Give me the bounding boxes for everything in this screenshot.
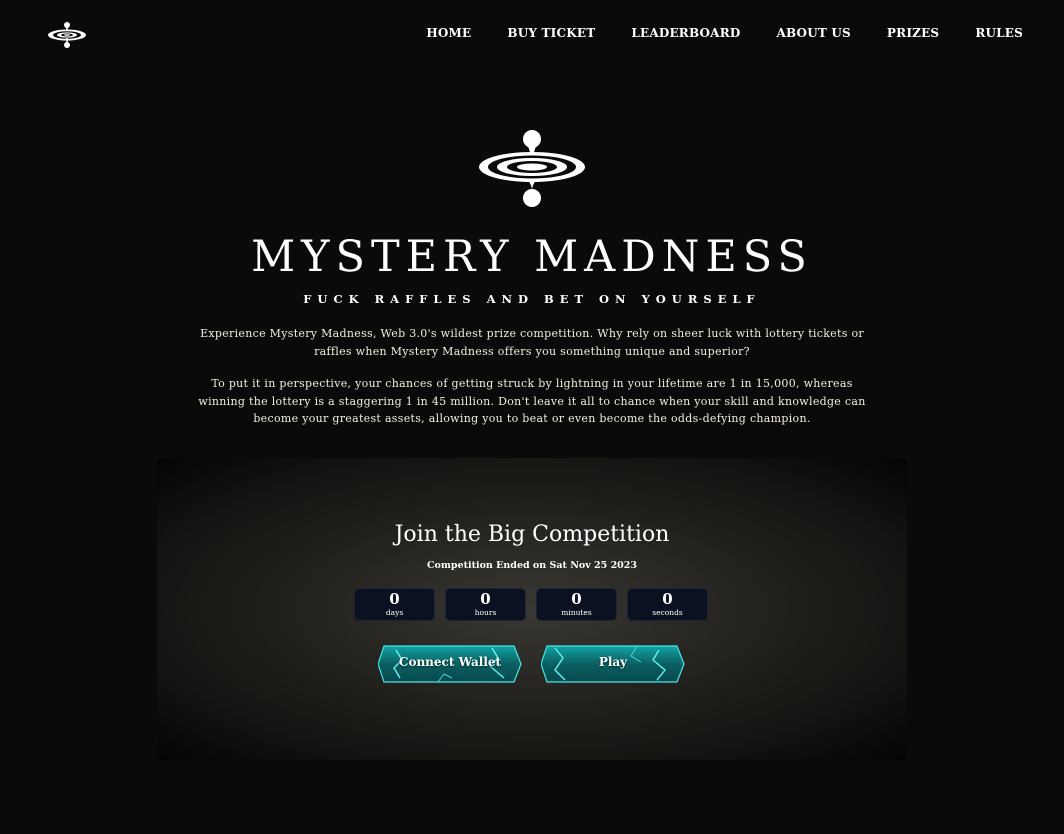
countdown-minutes: 0 minutes [536, 588, 617, 621]
nav-menu: HOME BUY TICKET LEADERBOARD ABOUT US PRI… [426, 26, 1023, 40]
top-navigation: HOME BUY TICKET LEADERBOARD ABOUT US PRI… [0, 0, 1064, 68]
competition-title: Join the Big Competition [394, 522, 670, 547]
odds-paragraph: To put it in perspective, your chances o… [198, 377, 866, 425]
page-title: MYSTERY MADNESS [251, 232, 813, 282]
countdown-value: 0 [571, 590, 582, 608]
countdown-label: seconds [652, 608, 683, 617]
countdown-value: 0 [480, 590, 491, 608]
countdown-seconds: 0 seconds [627, 588, 708, 621]
play-button[interactable]: Play [541, 644, 685, 684]
countdown-label: minutes [561, 608, 592, 617]
connect-wallet-button[interactable]: Connect Wallet [378, 644, 522, 684]
nav-prizes-link[interactable]: PRIZES [887, 26, 939, 40]
countdown-value: 0 [389, 590, 400, 608]
nav-leaderboard-link[interactable]: LEADERBOARD [631, 26, 740, 40]
nav-rules-link[interactable]: RULES [975, 26, 1023, 40]
connect-wallet-label: Connect Wallet [398, 655, 502, 669]
competition-status: Competition Ended on Sat Nov 25 2023 [426, 560, 638, 571]
competition-panel: Join the Big Competition Competition End… [157, 458, 907, 760]
intro-paragraph: Experience Mystery Madness, Web 3.0's wi… [200, 327, 864, 358]
countdown-hours: 0 hours [445, 588, 526, 621]
countdown-label: days [385, 608, 404, 617]
countdown-label: hours [474, 608, 497, 617]
countdown-timer: 0 days 0 hours 0 minutes 0 seconds [354, 588, 710, 621]
ripple-drop-icon[interactable] [46, 20, 88, 50]
countdown-value: 0 [662, 590, 673, 608]
play-label: Play [598, 655, 628, 669]
ripple-drop-icon [477, 128, 587, 210]
countdown-days: 0 days [354, 588, 435, 621]
page-subtitle: FUCK RAFFLES AND BET ON YOURSELF [303, 292, 761, 306]
nav-home-link[interactable]: HOME [426, 26, 471, 40]
nav-about-us-link[interactable]: ABOUT US [776, 26, 850, 40]
nav-buy-ticket-link[interactable]: BUY TICKET [507, 26, 595, 40]
